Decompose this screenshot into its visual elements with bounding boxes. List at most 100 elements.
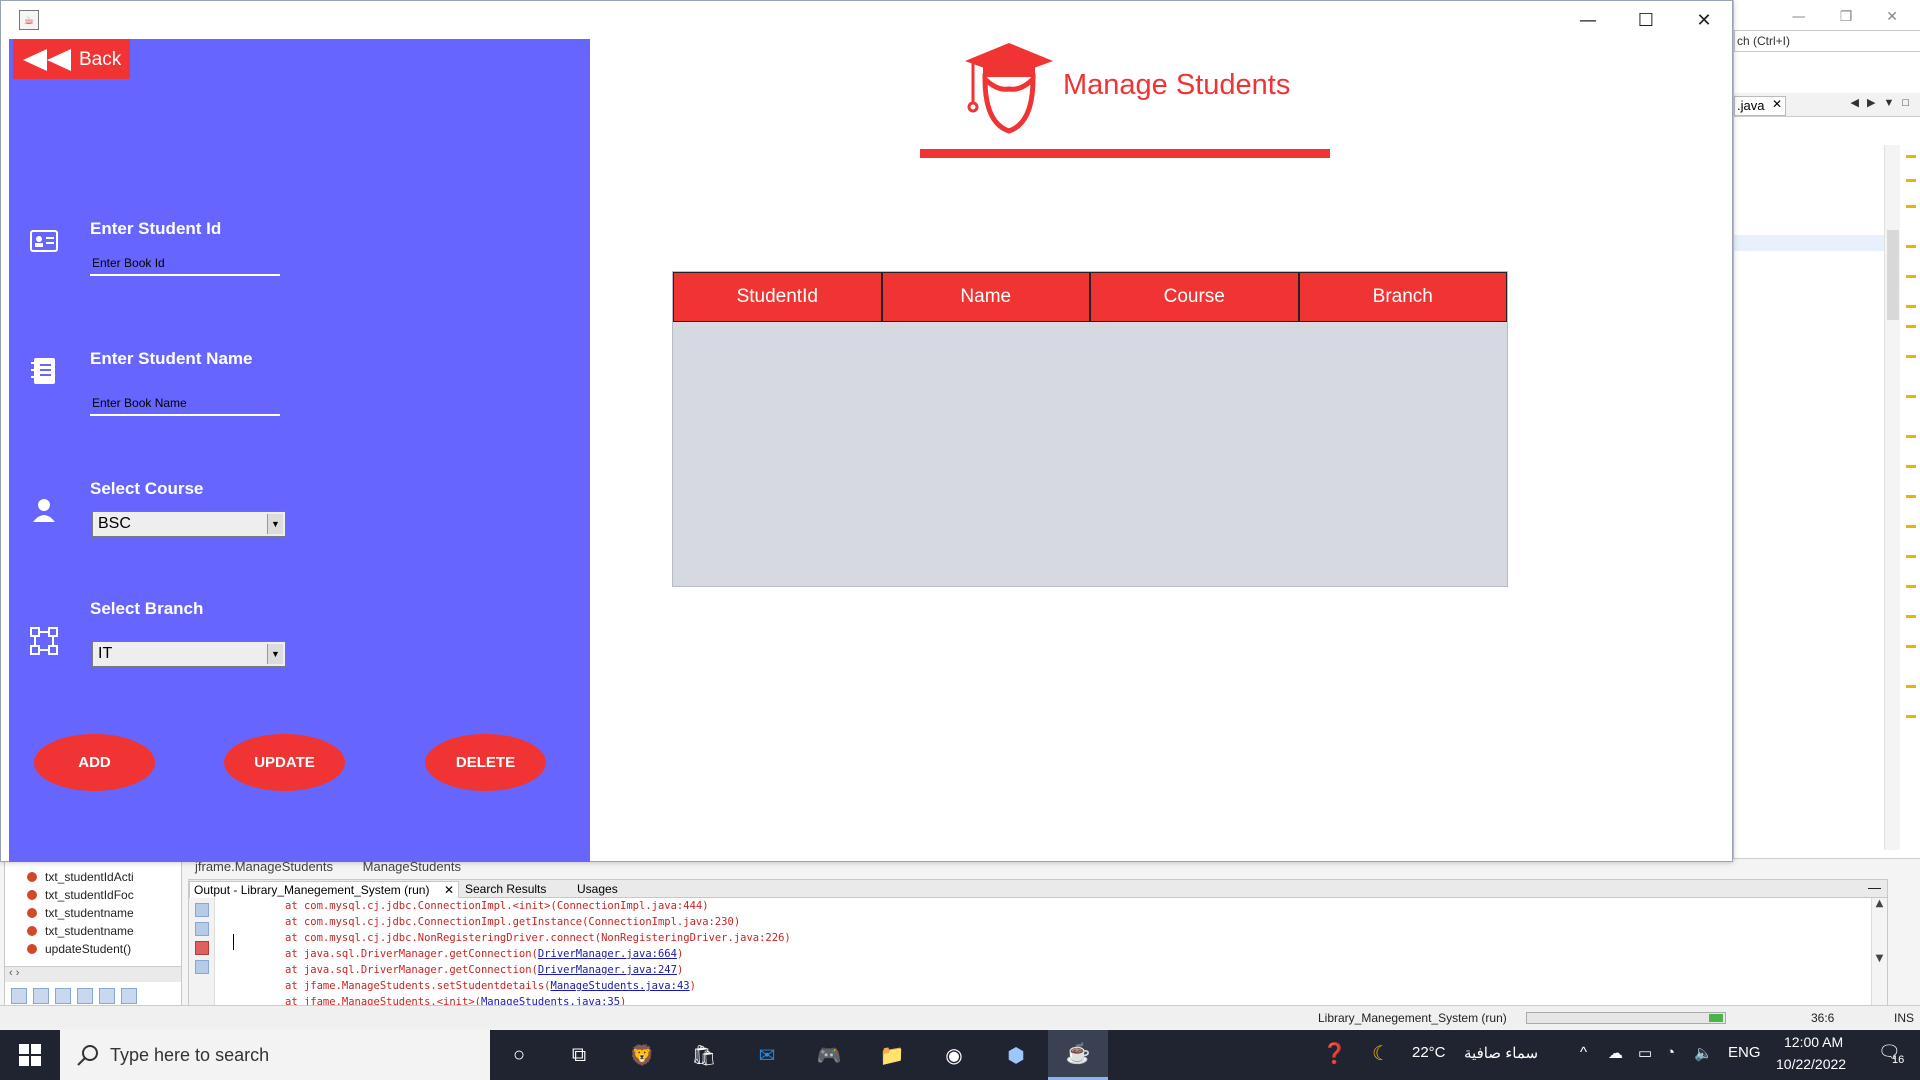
ide-search-input[interactable]: ch (Ctrl+I) [1734,30,1920,52]
add-button[interactable]: ADD [34,734,155,791]
cortana-icon[interactable]: ○ [502,1038,536,1072]
list-item[interactable]: txt_studentname [5,922,181,940]
weather-temp[interactable]: 22°C [1412,1044,1446,1061]
discord-icon[interactable]: 🎮 [812,1038,846,1072]
tab-nav-icons[interactable]: ◀▶▼□ [1851,96,1917,109]
tool-icon[interactable] [33,988,49,1004]
output-text[interactable]: at com.mysql.cj.jdbc.ConnectionImpl.<ini… [225,898,1865,1008]
store-icon[interactable]: 🛍 [687,1038,721,1072]
language-indicator[interactable]: ENG [1728,1044,1761,1061]
tool-icon[interactable] [99,988,115,1004]
tray-expand-icon[interactable]: ^ [1580,1044,1587,1061]
stacktrace-link[interactable]: DriverManager.java:247 [538,964,677,976]
column-header-branch[interactable]: Branch [1298,272,1507,322]
student-id-label: Enter Student Id [90,219,222,238]
output-vscroll[interactable]: ▲ ▼ [1871,898,1887,1008]
output-line: at com.mysql.cj.jdbc.ConnectionImpl.getI… [285,916,741,928]
course-select[interactable]: BSC ▼ [92,511,286,537]
current-line-highlight [1734,235,1884,251]
chevron-down-icon[interactable]: ▼ [267,514,283,534]
stacktrace-link[interactable]: DriverManager.java:664 [538,948,677,960]
help-icon[interactable]: ❓ [1322,1041,1347,1066]
scrollbar-thumb[interactable] [1887,230,1899,320]
mail-icon[interactable]: ✉ [750,1038,784,1072]
ide-editor-tab-label: .java [1737,98,1765,113]
volume-icon[interactable]: 🔈 [1694,1044,1713,1062]
ide-close-icon[interactable]: ✕ [1886,9,1898,25]
window-titlebar[interactable]: ☕ — ☐ ✕ [1,1,1732,39]
list-item[interactable]: txt_studentname [5,904,181,922]
minimize-icon[interactable]: — [1868,880,1881,895]
delete-button[interactable]: DELETE [425,734,546,791]
tab-output[interactable]: Output - Library_Manegement_System (run)… [189,881,459,898]
moon-icon: ☾ [1372,1043,1390,1065]
navigator-hscroll[interactable]: ‹ › [5,966,181,982]
brave-browser-icon[interactable]: 🦁 [625,1038,659,1072]
tool-icon[interactable] [77,988,93,1004]
running-project-label: Library_Manegement_System (run) [1318,1011,1507,1025]
ide-editor-area[interactable] [1734,145,1884,850]
network-status-icon[interactable]: ☁ [1608,1044,1623,1062]
column-header-studentid[interactable]: StudentId [673,272,882,322]
output-line: at jfame.ManageStudents.setStudentdetail… [285,980,696,992]
close-icon[interactable]: ✕ [1772,97,1782,111]
update-button[interactable]: UPDATE [224,734,345,791]
file-explorer-icon[interactable]: 📁 [875,1038,909,1072]
title-underline [920,149,1330,158]
java-app-taskbar-icon[interactable]: ☕ [1048,1030,1108,1080]
wifi-icon[interactable]: ◔ [1666,1044,1675,1061]
taskbar-search-box[interactable]: Type here to search [60,1030,490,1080]
tool-icon[interactable] [55,988,71,1004]
page-title: Manage Students [1063,69,1291,101]
rerun-icon[interactable] [195,903,209,917]
windows-taskbar: Type here to search ○ ⧉ 🦁 🛍 ✉ 🎮 📁 ◉ ⬢ ☕ … [0,1030,1920,1080]
tab-search-results[interactable]: Search Results [461,881,550,898]
ide-minimize-icon[interactable]: — [1792,9,1806,25]
student-name-input[interactable] [90,392,280,416]
ide-restore-icon[interactable]: ❐ [1840,9,1853,25]
students-table[interactable]: StudentId Name Course Branch [672,271,1508,587]
branch-select[interactable]: IT ▼ [92,641,286,667]
network-icon [30,627,58,655]
obs-icon[interactable]: ◉ [937,1038,971,1072]
chevron-down-icon[interactable]: ▼ [267,644,283,664]
task-view-icon[interactable]: ⧉ [562,1038,596,1072]
list-item[interactable]: txt_studentIdActi [5,868,181,886]
minimize-button[interactable]: — [1559,1,1617,39]
java-app-icon: ☕ [19,10,39,30]
netbeans-icon[interactable]: ⬢ [999,1038,1033,1072]
column-header-name[interactable]: Name [881,272,1090,322]
student-name-label: Enter Student Name [90,349,253,368]
text-caret [233,934,234,950]
close-button[interactable]: ✕ [1675,1,1733,39]
back-button[interactable]: Back [13,39,130,79]
close-icon[interactable]: ✕ [444,883,454,897]
tool-icon[interactable] [121,988,137,1004]
stacktrace-link[interactable]: ManageStudents.java:43 [551,980,690,992]
rerun-with-icon[interactable] [195,922,209,936]
stop-icon[interactable] [195,941,209,955]
maximize-button[interactable]: ☐ [1617,1,1675,39]
ide-editor-scrollbar[interactable] [1884,145,1900,850]
ide-editor-tab[interactable]: .java ✕ [1734,96,1786,116]
settings-icon[interactable] [195,960,209,974]
notebook-icon [31,358,55,384]
id-card-icon [30,230,58,252]
clock-time[interactable]: 12:00 AM [1784,1034,1843,1050]
column-header-course[interactable]: Course [1090,272,1299,322]
list-item[interactable]: updateStudent() [5,940,181,958]
course-selected-value: BSC [98,515,131,532]
battery-icon[interactable]: ▭ [1638,1044,1652,1062]
weather-text[interactable]: سماء صافية [1464,1044,1538,1062]
clock-date[interactable]: 10/22/2022 [1776,1056,1846,1072]
tool-icon[interactable] [11,988,27,1004]
output-tabs: Output - Library_Manegement_System (run)… [189,880,1887,898]
search-placeholder: Type here to search [110,1045,270,1065]
student-id-input[interactable] [90,252,280,276]
start-button[interactable] [0,1030,60,1080]
tab-usages[interactable]: Usages [573,881,622,898]
list-item[interactable]: txt_studentIdFoc [5,886,181,904]
caret-position: 36:6 [1811,1011,1835,1025]
ide-right-pane: — ❐ ✕ ch (Ctrl+I) .java ✕ ◀▶▼□ [1733,0,1920,862]
rewind-icon [23,49,71,71]
